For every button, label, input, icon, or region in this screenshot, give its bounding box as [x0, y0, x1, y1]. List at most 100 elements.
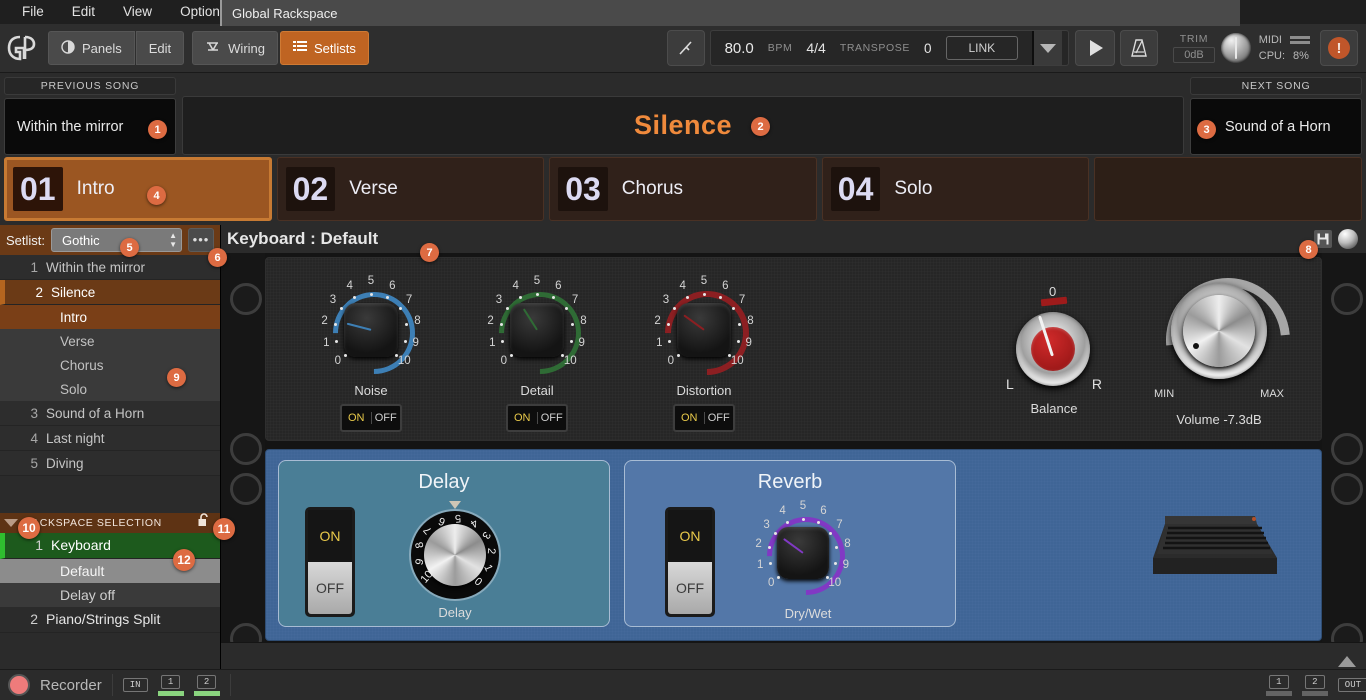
- edit-button[interactable]: Edit: [136, 31, 184, 65]
- song-part-01[interactable]: 01 Intro: [4, 157, 272, 221]
- warning-button[interactable]: !: [1320, 30, 1358, 66]
- setlists-button[interactable]: Setlists: [280, 31, 369, 65]
- wiring-button[interactable]: Wiring: [192, 31, 278, 65]
- next-song-label: NEXT SONG: [1190, 77, 1362, 95]
- knob-tick-dot: [510, 354, 513, 357]
- global-rackspace-tab[interactable]: Global Rackspace: [220, 0, 1240, 26]
- record-button[interactable]: [8, 674, 30, 696]
- output-label[interactable]: OUT: [1338, 678, 1366, 692]
- cpu-value: 8%: [1293, 50, 1309, 62]
- rack-screw: [1331, 433, 1363, 465]
- input-label[interactable]: IN: [123, 678, 148, 692]
- setlist-options-button[interactable]: •••: [188, 228, 214, 252]
- time-signature[interactable]: 4/4: [806, 40, 825, 56]
- synth-panel: 012345678910 Noise ON OFF 012345678910 D…: [265, 257, 1322, 441]
- next-song-button[interactable]: Sound of a Horn: [1190, 98, 1362, 155]
- panels-button[interactable]: Panels: [48, 31, 135, 65]
- song-parts-bar: 01 Intro 02 Verse 03 Chorus 04 Solo: [0, 155, 1366, 225]
- song-part-04[interactable]: 04 Solo: [822, 157, 1090, 221]
- lock-icon[interactable]: [197, 513, 214, 532]
- noise-knob-group: 012345678910 Noise ON OFF: [321, 280, 421, 432]
- song-index: 2: [5, 285, 51, 300]
- rackspace-index: 1: [5, 537, 51, 553]
- song-part-row-solo[interactable]: Solo: [0, 377, 220, 401]
- reverb-knob[interactable]: 012345678910: [753, 503, 863, 603]
- setlist-song-row-4[interactable]: 4 Last night: [0, 426, 220, 451]
- distortion-knob[interactable]: 012345678910: [654, 280, 754, 380]
- knob-tick-label: 8: [409, 315, 425, 327]
- metronome-button[interactable]: [1120, 30, 1158, 66]
- variation-row-delay-off[interactable]: Delay off: [0, 583, 220, 607]
- tempo-value[interactable]: 80.0: [725, 40, 754, 57]
- rackspace-row-piano-strings[interactable]: 2 Piano/Strings Split: [0, 607, 220, 633]
- toolbar: Panels Edit Wiring Setlists: [0, 24, 1366, 73]
- trim-control[interactable]: TRIM 0dB: [1173, 33, 1215, 63]
- setlist-song-row-3[interactable]: 3 Sound of a Horn: [0, 401, 220, 426]
- knob-tick-dot: [738, 323, 741, 326]
- song-part-row-verse[interactable]: Verse: [0, 329, 220, 353]
- noise-onoff-switch[interactable]: ON OFF: [340, 404, 402, 432]
- knob-tick-label: 10: [396, 355, 412, 367]
- rack-title: Keyboard : Default: [227, 229, 378, 249]
- song-part-row-intro[interactable]: Intro: [0, 305, 220, 329]
- knob-tick-label: 5: [363, 275, 379, 287]
- song-index: 1: [0, 260, 46, 275]
- output-channel-2[interactable]: 2: [1302, 675, 1328, 696]
- setlists-label: Setlists: [314, 41, 356, 56]
- expression-pedal[interactable]: [1135, 462, 1285, 592]
- volume-knob[interactable]: MIN MAX: [1144, 268, 1294, 418]
- knob-tick-label: 7: [567, 294, 583, 306]
- play-icon: [1090, 40, 1103, 56]
- knob-tick-label: 5: [529, 275, 545, 287]
- knob-tick-label: 2: [317, 315, 333, 327]
- tuner-button[interactable]: [667, 30, 705, 66]
- knob-tick-label: 9: [408, 337, 424, 349]
- link-button[interactable]: LINK: [946, 36, 1019, 60]
- balance-knob-group: 0 L R Balance: [994, 280, 1114, 416]
- collapse-triangle-icon[interactable]: [4, 519, 18, 527]
- reverb-onoff-toggle[interactable]: ON OFF: [665, 507, 715, 617]
- callout-badge-11: 11: [213, 518, 235, 540]
- master-volume-knob[interactable]: [1221, 33, 1251, 63]
- song-part-03[interactable]: 03 Chorus: [549, 157, 817, 221]
- output-channel-1-meter: [1266, 691, 1292, 696]
- song-index: 4: [0, 431, 46, 446]
- tempo-dropdown-button[interactable]: [1032, 31, 1062, 65]
- setlist-label: Setlist:: [6, 233, 45, 248]
- previous-song-label: PREVIOUS SONG: [4, 77, 176, 95]
- bottom-divider: [230, 674, 231, 696]
- song-part-empty[interactable]: [1094, 157, 1362, 221]
- setlist-song-row-2[interactable]: 2 Silence: [0, 280, 220, 305]
- knob-face: [777, 527, 829, 579]
- detail-knob[interactable]: 012345678910: [487, 280, 587, 380]
- panels-icon: [61, 40, 75, 57]
- input-channel-1[interactable]: 1: [158, 675, 184, 696]
- input-channel-2[interactable]: 2: [194, 675, 220, 696]
- delay-knob[interactable]: 012345678910: [397, 503, 513, 607]
- knob-tick-dot: [703, 293, 706, 296]
- delay-onoff-toggle[interactable]: ON OFF: [305, 507, 355, 617]
- detail-onoff-switch[interactable]: ON OFF: [506, 404, 568, 432]
- callout-badge-2: 2: [751, 117, 770, 136]
- play-button[interactable]: [1075, 30, 1115, 66]
- setlist-song-row-5[interactable]: 5 Diving: [0, 451, 220, 476]
- song-part-row-chorus[interactable]: Chorus: [0, 353, 220, 377]
- knob-tick-label: 4: [775, 505, 791, 517]
- song-part-02[interactable]: 02 Verse: [277, 157, 545, 221]
- rack-knob-icon[interactable]: [1338, 229, 1358, 249]
- knob-tick-label: 3: [759, 519, 775, 531]
- rack-pane: Keyboard : Default: [221, 225, 1366, 669]
- input-channel-2-label: 2: [197, 675, 216, 689]
- noise-off-label: OFF: [372, 412, 401, 424]
- setlist-song-row-1[interactable]: 1 Within the mirror: [0, 255, 220, 280]
- balance-knob[interactable]: 0 L R: [994, 280, 1114, 398]
- rackspace-selection-title: RACKSPACE SELECTION: [24, 517, 162, 529]
- menu-item-view[interactable]: View: [109, 0, 166, 24]
- setlist-combobox[interactable]: Gothic ▲▼: [51, 228, 182, 252]
- menu-item-edit[interactable]: Edit: [58, 0, 109, 24]
- output-channel-1[interactable]: 1: [1266, 675, 1292, 696]
- menu-item-file[interactable]: File: [8, 0, 58, 24]
- noise-knob[interactable]: 012345678910: [321, 280, 421, 380]
- distortion-onoff-switch[interactable]: ON OFF: [673, 404, 735, 432]
- transpose-value[interactable]: 0: [924, 41, 932, 56]
